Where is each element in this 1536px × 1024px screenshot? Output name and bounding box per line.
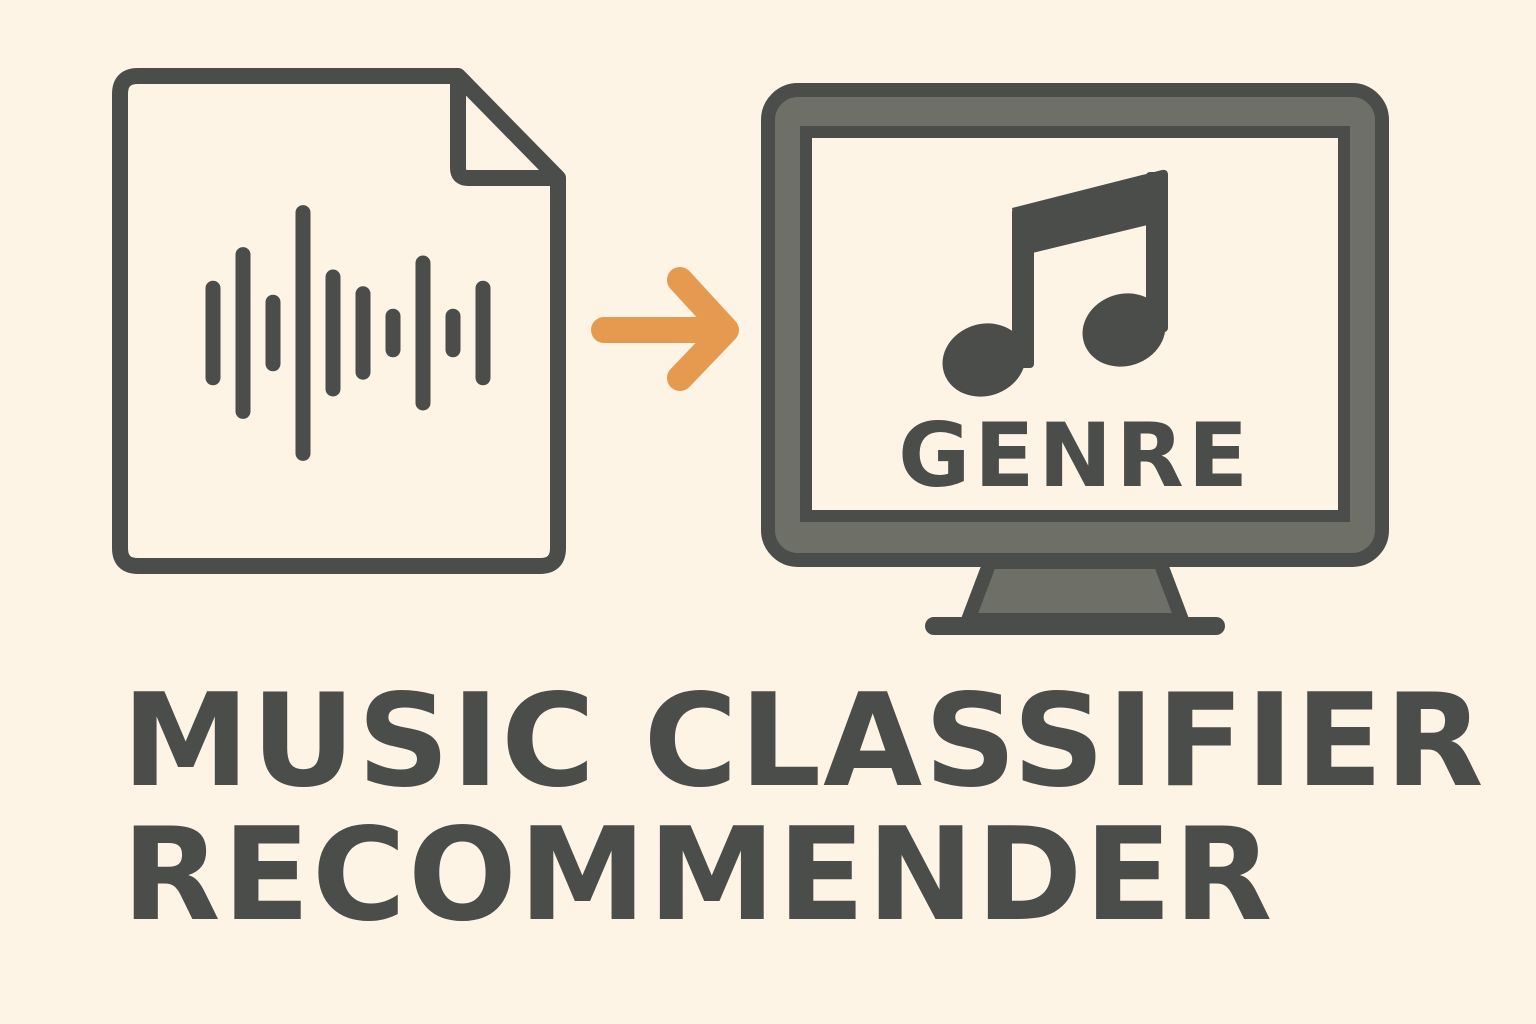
title-line-1: MUSIC CLASSIFIER bbox=[122, 667, 1486, 816]
diagram-canvas: GENRE MUSIC CLASSIFIER RECOMMENDER bbox=[0, 0, 1536, 1024]
monitor-stand bbox=[961, 555, 1189, 627]
title-line-2: RECOMMENDER bbox=[122, 801, 1275, 950]
arrow-right-icon bbox=[591, 267, 739, 391]
monitor-icon: GENRE bbox=[761, 83, 1389, 635]
screen-genre-label: GENRE bbox=[898, 404, 1252, 507]
audio-file-icon bbox=[112, 68, 566, 574]
